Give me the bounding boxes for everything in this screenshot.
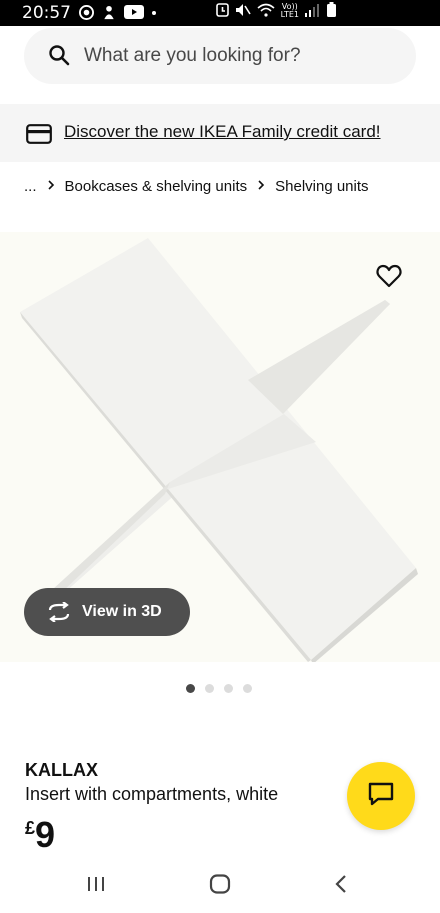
signal-icon [305,3,321,19]
battery-icon [327,2,336,19]
price-currency: £ [25,818,36,838]
app-notification-icon [102,5,116,22]
search-input[interactable]: What are you looking for? [84,45,301,67]
chat-button[interactable] [347,762,415,830]
credit-card-icon [26,124,52,149]
carousel-dot-3[interactable] [224,684,233,693]
breadcrumb-ellipsis[interactable]: ... [24,178,37,195]
search-icon [48,44,70,71]
product-price: £9 [25,814,55,856]
status-bar: 20:57 Vo)) LTE1 [0,0,440,26]
home-icon[interactable] [209,874,231,899]
breadcrumb-item-shelving[interactable]: Shelving units [275,178,368,195]
promo-banner[interactable]: Discover the new IKEA Family credit card… [0,104,440,162]
promo-link[interactable]: Discover the new IKEA Family credit card… [64,122,381,142]
carousel-dot-4[interactable] [243,684,252,693]
product-name: KALLAX [25,760,98,780]
rotate-3d-icon [46,601,72,627]
network-type: Vo)) LTE1 [280,1,299,19]
carousel-dot-1[interactable] [186,684,195,693]
favorite-heart-icon[interactable] [376,264,404,292]
carousel-dot-2[interactable] [205,684,214,693]
system-nav-bar [0,856,440,913]
chevron-right-icon [47,178,55,195]
alarm-icon [215,2,229,19]
mute-icon [235,3,251,19]
price-value: 9 [35,814,56,855]
recent-apps-icon[interactable] [86,874,106,899]
wifi-icon [257,3,275,19]
status-time: 20:57 [22,3,71,23]
carousel-dots [186,684,252,693]
more-notifications-dot [152,11,156,15]
view-3d-button[interactable]: View in 3D [24,588,190,636]
back-icon[interactable] [334,874,348,899]
product-description: Insert with compartments, white [25,784,279,804]
search-bar[interactable]: What are you looking for? [24,28,416,84]
breadcrumb: ... Bookcases & shelving units Shelving … [24,178,369,195]
breadcrumb-item-bookcases[interactable]: Bookcases & shelving units [65,178,248,195]
chrome-icon [79,4,94,22]
youtube-icon [124,5,144,21]
view-3d-label: View in 3D [82,603,162,620]
chat-bubble-icon [367,781,395,812]
chevron-right-icon [257,178,265,195]
